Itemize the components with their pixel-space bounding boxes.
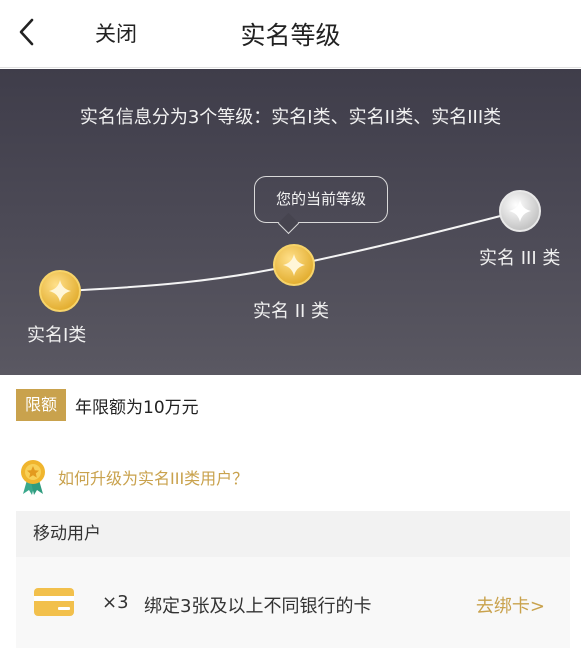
medal-icon [21, 460, 45, 495]
page-title: 实名等级 [240, 21, 341, 50]
limit-row: 限额 年限额为10万元 [16, 389, 199, 421]
limit-text: 年限额为10万元 [75, 397, 199, 418]
bank-card-icon [34, 588, 74, 616]
level-hero: 实名信息分为3个等级：实名I类、实名II类、实名III类 您的当前等级 实名I类… [0, 69, 581, 375]
card-multiplier: ×3 [102, 592, 129, 613]
level-2-star-coin-icon [273, 244, 315, 286]
upgrade-help-link[interactable]: 如何升级为实名III类用户？ [18, 458, 248, 496]
level-3-star-coin-icon [499, 190, 541, 232]
bind-card-row: ×3 绑定3张及以上不同银行的卡 去绑卡> [16, 557, 570, 648]
nav-bar: 关闭 实名等级 [0, 0, 581, 68]
bind-card-link[interactable]: 去绑卡> [476, 592, 545, 618]
level-1-star-coin-icon [39, 270, 81, 312]
current-level-bubble: 您的当前等级 [254, 176, 388, 223]
upgrade-help-text[interactable]: 如何升级为实名III类用户？ [58, 465, 248, 489]
level-3-label: 实名 III 类 [479, 248, 561, 269]
bind-card-description: 绑定3张及以上不同银行的卡 [144, 596, 372, 617]
level-2-label: 实名 II 类 [253, 301, 330, 322]
level-1-label: 实名I类 [27, 325, 87, 346]
mobile-user-section-title: 移动用户 [16, 511, 570, 557]
limit-tag: 限额 [16, 389, 67, 421]
